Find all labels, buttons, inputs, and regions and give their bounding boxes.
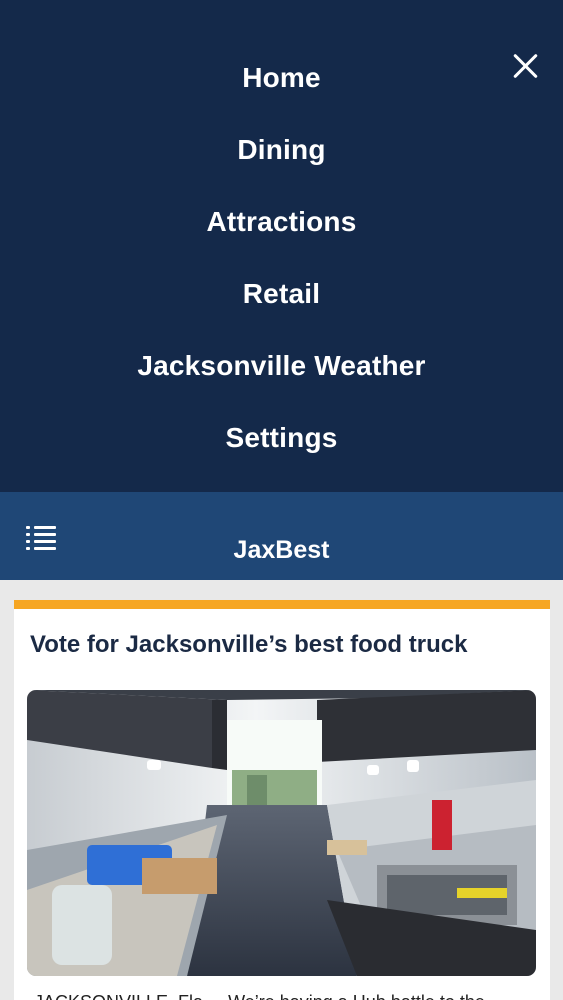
menu-item-home[interactable]: Home bbox=[0, 42, 563, 114]
menu-item-retail[interactable]: Retail bbox=[0, 258, 563, 330]
menu-item-attractions[interactable]: Attractions bbox=[0, 186, 563, 258]
menu-item-dining[interactable]: Dining bbox=[0, 114, 563, 186]
app-header: JaxBest bbox=[0, 492, 563, 580]
menu-item-weather[interactable]: Jacksonville Weather bbox=[0, 330, 563, 402]
menu-item-settings[interactable]: Settings bbox=[0, 402, 563, 474]
article-title[interactable]: Vote for Jacksonville’s best food truck bbox=[30, 631, 467, 659]
app-title: JaxBest bbox=[233, 536, 330, 564]
content-area: Vote for Jacksonville’s best food truck bbox=[0, 580, 563, 1000]
menu-list: Home Dining Attractions Retail Jacksonvi… bbox=[0, 42, 563, 474]
article-snippet: JACKSONVILLE, Fla. – We’re having a Hub … bbox=[34, 992, 534, 1000]
navigation-menu: Home Dining Attractions Retail Jacksonvi… bbox=[0, 0, 563, 492]
article-image[interactable] bbox=[27, 690, 536, 976]
article-card[interactable]: Vote for Jacksonville’s best food truck bbox=[14, 600, 550, 1000]
food-truck-interior-image bbox=[27, 690, 536, 976]
